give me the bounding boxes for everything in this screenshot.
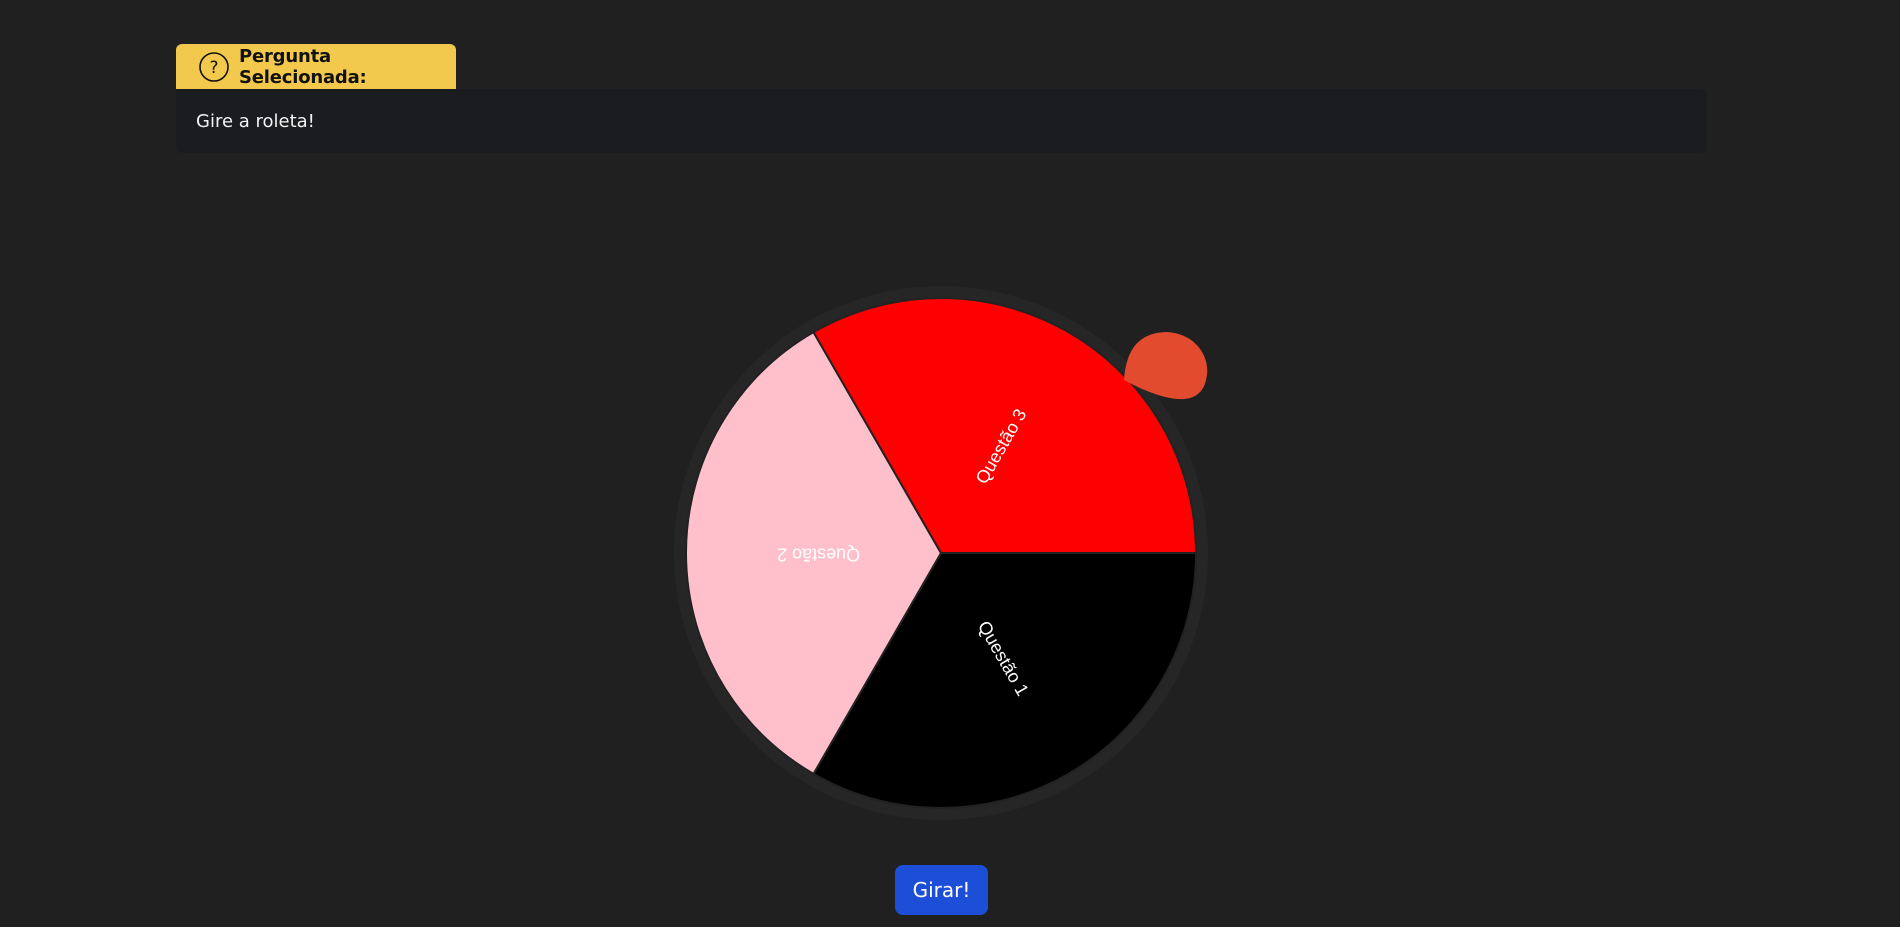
- selected-question-text: Gire a roleta!: [196, 110, 315, 132]
- wheel-segments: [685, 297, 1198, 809]
- wheel-segment-label: Questão 2: [777, 544, 860, 564]
- roulette-wheel[interactable]: Questão 1 Questão 2 Questão 3: [666, 278, 1216, 828]
- question-header-title: Pergunta Selecionada:: [239, 45, 367, 88]
- selected-question-panel: Gire a roleta!: [176, 89, 1707, 153]
- page: ? Pergunta Selecionada: Gire a roleta! Q…: [0, 0, 1900, 927]
- svg-text:?: ?: [209, 58, 218, 78]
- spin-button[interactable]: Girar!: [895, 865, 988, 915]
- question-header-tab: ? Pergunta Selecionada:: [176, 44, 456, 89]
- question-circle-icon: ?: [198, 51, 230, 83]
